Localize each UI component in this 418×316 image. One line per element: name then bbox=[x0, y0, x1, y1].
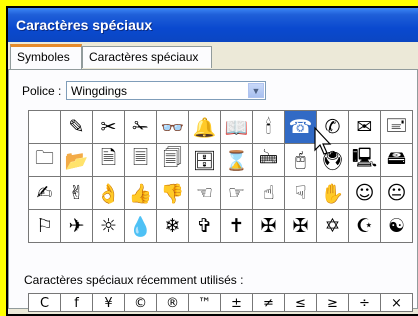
symbol-cell[interactable]: ☺ bbox=[349, 177, 381, 210]
symbol-cell[interactable]: 🗎 bbox=[93, 144, 125, 177]
symbol-cell[interactable]: ✌ bbox=[61, 177, 93, 210]
symbol-cell[interactable] bbox=[29, 111, 61, 144]
font-select[interactable]: Wingdings ▼ bbox=[66, 81, 266, 100]
symbol-row: ✍ ✌ 👌 👍 👎 ☜ ☞ ☝ ☟ ✋ ☺ 😐 bbox=[29, 177, 413, 210]
symbol-cell[interactable]: 🖃 bbox=[381, 111, 413, 144]
tab-caracteres-label: Caractères spéciaux bbox=[89, 50, 199, 64]
symbol-cell[interactable]: ✞ bbox=[189, 210, 221, 243]
recent-symbols: Cf ¥ © ® ™ ± ≠ ≤ ≥ ÷ × bbox=[28, 293, 413, 312]
symbol-cell[interactable]: 🗏 bbox=[125, 144, 157, 177]
symbol-cell[interactable]: ☝ bbox=[253, 177, 285, 210]
symbol-cell[interactable]: 👎 bbox=[157, 177, 189, 210]
recent-symbol-cell[interactable]: ≠ bbox=[253, 294, 285, 312]
chevron-down-icon[interactable]: ▼ bbox=[248, 83, 264, 98]
symbol-cell[interactable]: 👌 bbox=[93, 177, 125, 210]
symbol-row: ⚐ ✈ ☼ 💧 ❄ ✞ ✝ ✠ ✠ ✡ ☪ ☯ bbox=[29, 210, 413, 243]
recent-symbol-cell[interactable]: © bbox=[125, 294, 157, 312]
symbol-cell[interactable]: ❄ bbox=[157, 210, 189, 243]
symbol-cell[interactable]: 🖴 bbox=[381, 144, 413, 177]
symbol-cell[interactable]: ⌛ bbox=[221, 144, 253, 177]
font-label: Police : bbox=[22, 84, 61, 98]
symbol-cell[interactable]: 👓 bbox=[157, 111, 189, 144]
font-label-text: Police : bbox=[22, 84, 62, 98]
symbol-row: ✎ ✂ ✁ 👓 🔔 📖 🕯 ☎ ✆ ✉ 🖃 bbox=[29, 111, 413, 144]
recent-symbol-cell[interactable]: f bbox=[61, 294, 93, 312]
symbol-cell[interactable]: ✋ bbox=[317, 177, 349, 210]
symbol-cell[interactable]: ✁ bbox=[125, 111, 157, 144]
symbol-cell[interactable]: 💧 bbox=[125, 210, 157, 243]
recent-label: Caractères spéciaux récemment utilisés : bbox=[24, 273, 244, 287]
symbol-cell[interactable]: 😐 bbox=[381, 177, 413, 210]
tab-symboles-label: Symboles bbox=[17, 50, 70, 64]
symbol-cell[interactable]: ✂ bbox=[93, 111, 125, 144]
recent-symbol-cell[interactable]: ≤ bbox=[285, 294, 317, 312]
symbol-cell[interactable]: ✠ bbox=[253, 210, 285, 243]
symbol-cell[interactable]: ✠ bbox=[285, 210, 317, 243]
recent-symbol-cell[interactable]: ® bbox=[157, 294, 189, 312]
symbol-cell[interactable]: 🖳 bbox=[349, 144, 381, 177]
symbol-cell[interactable]: ✎ bbox=[61, 111, 93, 144]
symbol-cell[interactable]: 🔔 bbox=[189, 111, 221, 144]
recent-symbol-cell[interactable]: × bbox=[381, 294, 413, 312]
symbol-cell[interactable]: 🖮 bbox=[253, 144, 285, 177]
symbol-cell[interactable]: ☼ bbox=[93, 210, 125, 243]
symbol-cell[interactable]: 🕯 bbox=[253, 111, 285, 144]
font-select-value: Wingdings bbox=[71, 84, 128, 98]
recent-symbol-cell[interactable]: ÷ bbox=[349, 294, 381, 312]
symbol-cell[interactable]: ✉ bbox=[349, 111, 381, 144]
recent-symbol-cell[interactable]: ™ bbox=[189, 294, 221, 312]
symbol-cell[interactable]: ✝ bbox=[221, 210, 253, 243]
recent-symbol-cell[interactable]: ± bbox=[221, 294, 253, 312]
symbol-cell[interactable]: 👍 bbox=[125, 177, 157, 210]
symbol-grid: ✎ ✂ ✁ 👓 🔔 📖 🕯 ☎ ✆ ✉ 🖃 🗀 📂 🗎 🗏 🗐 🗄 ⌛ 🖮 🖰 🖲 🖳 🖴 ✍ ✌ 👌 👍 👎 ☜ ☞ ☝ ☟ ✋ ☺ 😐 ⚐ ✈ ☼ 💧 ❄… bbox=[28, 110, 413, 243]
symbol-cell[interactable]: ⚐ bbox=[29, 210, 61, 243]
symbol-cell[interactable]: ☜ bbox=[189, 177, 221, 210]
title-bar[interactable]: Caractères spéciaux bbox=[8, 8, 418, 42]
symbol-cell[interactable]: 📖 bbox=[221, 111, 253, 144]
recent-symbol-cell[interactable]: C bbox=[29, 294, 61, 312]
symbol-row: 🗀 📂 🗎 🗏 🗐 🗄 ⌛ 🖮 🖰 🖲 🖳 🖴 bbox=[29, 144, 413, 177]
recent-symbol-cell[interactable]: ¥ bbox=[93, 294, 125, 312]
tab-symboles[interactable]: Symboles bbox=[10, 44, 82, 69]
symbol-cell[interactable]: ✍ bbox=[29, 177, 61, 210]
symbol-cell[interactable]: ☟ bbox=[285, 177, 317, 210]
symbol-cell[interactable]: 📂 bbox=[61, 144, 93, 177]
symbol-cell[interactable]: ✈ bbox=[61, 210, 93, 243]
symbol-cell[interactable]: ☪ bbox=[349, 210, 381, 243]
symbol-cell[interactable]: ✡ bbox=[317, 210, 349, 243]
mouse-pointer-icon bbox=[314, 126, 332, 155]
symbol-cell[interactable]: 🗐 bbox=[157, 144, 189, 177]
window-title: Caractères spéciaux bbox=[16, 17, 153, 33]
recent-symbol-cell[interactable]: ≥ bbox=[317, 294, 349, 312]
symbol-cell[interactable]: 🗄 bbox=[189, 144, 221, 177]
tab-caracteres-speciaux[interactable]: Caractères spéciaux bbox=[82, 46, 212, 68]
symbol-cell[interactable]: ☞ bbox=[221, 177, 253, 210]
symbol-cell[interactable]: 🗀 bbox=[29, 144, 61, 177]
symbol-cell[interactable]: ☯ bbox=[381, 210, 413, 243]
